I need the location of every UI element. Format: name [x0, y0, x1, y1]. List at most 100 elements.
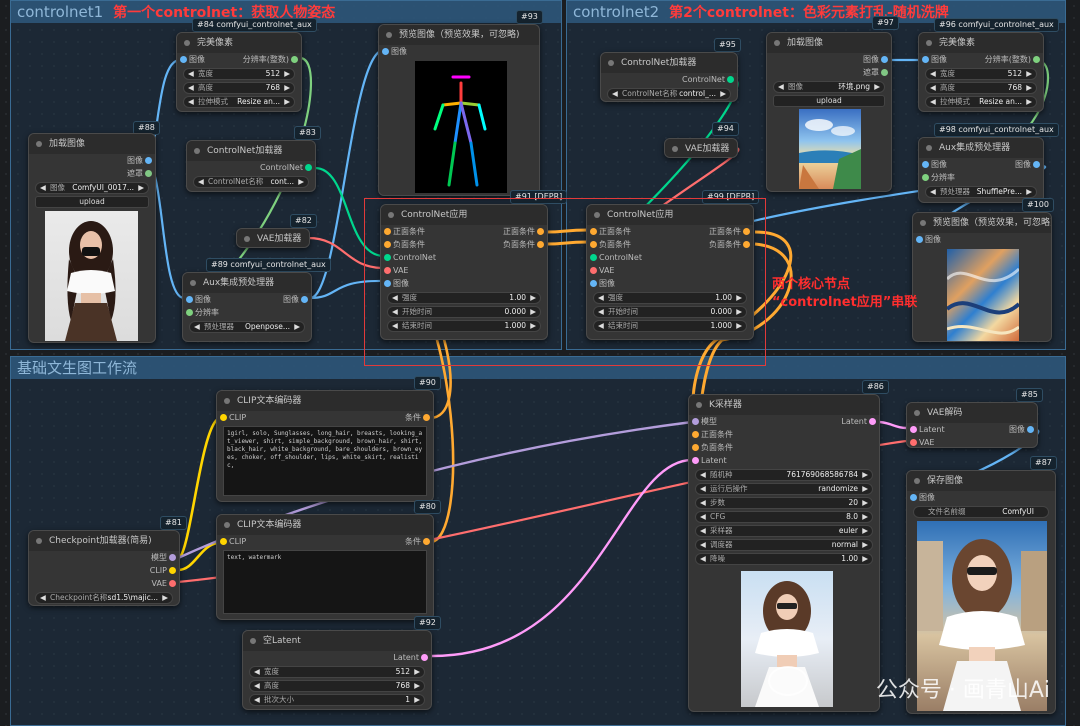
port-dot[interactable] — [423, 414, 430, 421]
node-title[interactable]: Aux集成预处理器 — [183, 273, 311, 293]
port-dot[interactable] — [881, 56, 888, 63]
input-positive[interactable]: 正面条件 — [689, 428, 879, 441]
input-resolution[interactable]: 分辨率 — [183, 306, 311, 319]
width-input[interactable]: ◀ 宽度 512 ▶ — [183, 68, 295, 80]
port-dot[interactable] — [220, 538, 227, 545]
input-latent[interactable]: Latent — [689, 454, 879, 467]
arrow-left-icon[interactable]: ◀ — [930, 83, 936, 93]
node-vae-loader-82[interactable]: VAE加载器 — [236, 228, 310, 248]
output-controlnet[interactable]: ControlNet — [601, 73, 737, 86]
output-image[interactable]: 图像 — [29, 154, 155, 167]
output-latent[interactable]: Latent — [243, 651, 431, 664]
node-title[interactable]: 完美像素 — [919, 33, 1043, 53]
arrow-right-icon[interactable]: ▶ — [298, 177, 304, 187]
node-ksampler-86[interactable]: K采样器 模型 Latent 正面条件 负面条件 Latent ◀ 随机种 76176… — [688, 394, 880, 712]
port-dot[interactable] — [220, 414, 227, 421]
node-title[interactable]: Aux集成预处理器 — [919, 138, 1043, 158]
height-input[interactable]: ◀ 高度 768 ▶ — [249, 680, 425, 692]
io-row[interactable]: 图像 分辨率(整数) — [177, 53, 301, 66]
node-vae-decode-85[interactable]: VAE解码 Latent 图像 VAE — [906, 402, 1038, 448]
node-title[interactable]: 加载图像 — [29, 134, 155, 154]
port-dot[interactable] — [910, 426, 917, 433]
io-row[interactable]: CLIP 条件 — [217, 411, 433, 424]
arrow-left-icon[interactable]: ◀ — [194, 322, 200, 332]
output-vae[interactable]: VAE — [29, 577, 179, 590]
arrow-left-icon[interactable]: ◀ — [930, 97, 936, 107]
node-load-image-97[interactable]: 加载图像 图像 遮罩 ◀ 图像 环境.png ▶ upload — [766, 32, 892, 192]
arrow-right-icon[interactable]: ▶ — [284, 69, 290, 79]
io-row[interactable]: CLIP 条件 — [217, 535, 433, 548]
port-dot[interactable] — [881, 69, 888, 76]
node-title[interactable]: VAE解码 — [907, 403, 1037, 423]
arrow-right-icon[interactable]: ▶ — [862, 484, 868, 494]
node-title[interactable]: 保存图像 — [907, 471, 1055, 491]
node-preview-image-93[interactable]: 预览图像（预览效果，可忽略) 图像 — [378, 24, 540, 196]
node-controlnet-loader-83[interactable]: ControlNet加载器 ControlNet ◀ ControlNet名称 co… — [186, 140, 316, 192]
node-title[interactable]: Checkpoint加载器(简易) — [29, 531, 179, 551]
port-dot[interactable] — [186, 309, 193, 316]
output-controlnet[interactable]: ControlNet — [187, 161, 315, 174]
port-dot[interactable] — [922, 56, 929, 63]
width-input[interactable]: ◀ 宽度 512 ▶ — [249, 666, 425, 678]
arrow-left-icon[interactable]: ◀ — [700, 470, 706, 480]
arrow-left-icon[interactable]: ◀ — [700, 526, 706, 536]
arrow-right-icon[interactable]: ▶ — [284, 97, 290, 107]
arrow-left-icon[interactable]: ◀ — [198, 177, 204, 187]
arrow-right-icon[interactable]: ▶ — [862, 526, 868, 536]
io-row[interactable]: 图像 图像 — [919, 158, 1043, 171]
control-after-generate-select[interactable]: ◀ 运行后操作 randomize ▶ — [695, 483, 873, 495]
arrow-right-icon[interactable]: ▶ — [1026, 97, 1032, 107]
arrow-left-icon[interactable]: ◀ — [930, 69, 936, 79]
node-vae-loader-94[interactable]: VAE加载器 — [664, 138, 738, 158]
height-input[interactable]: ◀ 高度 768 ▶ — [183, 82, 295, 94]
port-dot[interactable] — [145, 170, 152, 177]
arrow-left-icon[interactable]: ◀ — [254, 681, 260, 691]
input-image[interactable]: 图像 — [907, 491, 1055, 504]
port-dot[interactable] — [180, 56, 187, 63]
port-dot[interactable] — [692, 444, 699, 451]
cfg-input[interactable]: ◀ CFG 8.0 ▶ — [695, 511, 873, 523]
arrow-right-icon[interactable]: ▶ — [1026, 187, 1032, 197]
output-mask[interactable]: 遮罩 — [29, 167, 155, 180]
node-perfect-pixel-84[interactable]: 完美像素 图像 分辨率(整数) ◀ 宽度 512 ▶ ◀ 高度 768 ▶ ◀ 拉伸模式 Resi… — [176, 32, 302, 112]
arrow-left-icon[interactable]: ◀ — [254, 695, 260, 705]
arrow-right-icon[interactable]: ▶ — [720, 89, 726, 99]
output-model[interactable]: 模型 — [29, 551, 179, 564]
arrow-right-icon[interactable]: ▶ — [414, 695, 420, 705]
arrow-right-icon[interactable]: ▶ — [294, 322, 300, 332]
node-title[interactable]: ControlNet加载器 — [601, 53, 737, 73]
arrow-left-icon[interactable]: ◀ — [778, 82, 784, 92]
preprocessor-select[interactable]: ◀ 预处理器 Openpose... ▶ — [189, 321, 305, 333]
input-image[interactable]: 图像 — [379, 45, 539, 58]
arrow-right-icon[interactable]: ▶ — [862, 470, 868, 480]
node-title[interactable]: VAE加载器 — [237, 229, 309, 247]
arrow-right-icon[interactable]: ▶ — [1026, 69, 1032, 79]
port-dot[interactable] — [916, 236, 923, 243]
steps-input[interactable]: ◀ 步数 20 ▶ — [695, 497, 873, 509]
node-clip-text-encode-90[interactable]: CLIP文本编码器 CLIP 条件 1girl, solo, Sunglasses… — [216, 390, 434, 502]
node-title[interactable]: K采样器 — [689, 395, 879, 415]
port-dot[interactable] — [910, 494, 917, 501]
io-row[interactable]: 模型 Latent — [689, 415, 879, 428]
controlnet-name-select[interactable]: ◀ ControlNet名称 control_... ▶ — [607, 88, 731, 100]
output-image[interactable]: 图像 — [767, 53, 891, 66]
node-title[interactable]: 预览图像（预览效果，可忽略) — [913, 213, 1051, 233]
arrow-left-icon[interactable]: ◀ — [612, 89, 618, 99]
node-title[interactable]: 空Latent — [243, 631, 431, 651]
port-dot[interactable] — [922, 174, 929, 181]
arrow-left-icon[interactable]: ◀ — [700, 512, 706, 522]
arrow-right-icon[interactable]: ▶ — [284, 83, 290, 93]
node-preview-image-100[interactable]: 预览图像（预览效果，可忽略) 图像 — [912, 212, 1052, 342]
arrow-left-icon[interactable]: ◀ — [188, 69, 194, 79]
checkpoint-select[interactable]: ◀ Checkpoint名称 sd1.5\majic... ▶ — [35, 592, 173, 604]
port-dot[interactable] — [1033, 56, 1040, 63]
arrow-left-icon[interactable]: ◀ — [40, 593, 46, 603]
input-vae[interactable]: VAE — [907, 436, 1037, 447]
arrow-left-icon[interactable]: ◀ — [700, 484, 706, 494]
node-load-image-88[interactable]: 加载图像 图像 遮罩 ◀ 图像 ComfyUI_0017... ▶ upload — [28, 133, 156, 343]
port-dot[interactable] — [692, 457, 699, 464]
arrow-left-icon[interactable]: ◀ — [700, 540, 706, 550]
io-row[interactable]: Latent 图像 — [907, 423, 1037, 436]
port-dot[interactable] — [922, 161, 929, 168]
port-dot[interactable] — [421, 654, 428, 661]
